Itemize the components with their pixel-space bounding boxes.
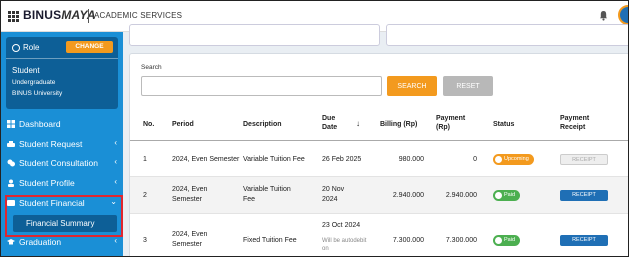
sidebar-item-financial-summary[interactable]: Financial Summary (13, 215, 117, 232)
sidebar-item-label: Student Profile (19, 178, 75, 188)
logo-divider (88, 9, 89, 23)
user-icon (8, 179, 14, 187)
cell-payment: 2.940.000 (445, 192, 477, 199)
sidebar-item-student-profile[interactable]: Student Profile ‹ (7, 174, 121, 192)
table-row: 3 2024, Even Semester Fixed Tuition Fee … (130, 214, 628, 256)
col-description: Description (243, 121, 282, 128)
bell-icon[interactable] (599, 10, 608, 21)
col-status: Status (493, 121, 515, 128)
dashboard-icon (7, 120, 15, 128)
cell-due-date: 20 Nov 2024 (322, 186, 345, 203)
col-payment: Payment (Rp) (436, 115, 466, 131)
cell-description: Variable Tuition Fee (243, 186, 291, 203)
status-badge: Upcoming (493, 154, 534, 165)
cell-period: 2024, Even Semester (172, 186, 208, 203)
top-card-right (386, 24, 628, 46)
sidebar-item-label: Student Consultation (19, 158, 98, 168)
clock-icon (495, 156, 502, 163)
reset-button[interactable]: RESET (443, 76, 493, 96)
sidebar-item-label: Dashboard (19, 119, 61, 129)
check-icon (495, 237, 502, 244)
table-header: No. Period Description Due Date ↓ Billin… (130, 107, 628, 141)
financial-summary-card: Search SEARCH RESET No. Period Descripti… (129, 53, 628, 256)
cell-period: 2024, Even Semester (172, 231, 208, 248)
sort-arrow-icon[interactable]: ↓ (356, 119, 360, 128)
role-divider (6, 58, 118, 59)
chat-icon (7, 159, 15, 167)
cell-description: Fixed Tuition Fee (243, 237, 297, 244)
status-badge: Paid (493, 190, 521, 201)
cell-payment: 7.300.000 (445, 237, 477, 244)
table-row: 1 2024, Even Semester Variable Tuition F… (130, 142, 628, 177)
apps-grid-icon[interactable] (8, 11, 19, 22)
status-text: Paid (504, 192, 516, 198)
cell-billing: 7.300.000 (392, 237, 424, 244)
chevron-left-icon: ‹ (114, 177, 117, 186)
user-role: Student (12, 66, 40, 75)
sidebar-item-graduation[interactable]: Graduation ‹ (7, 233, 121, 251)
receipt-button[interactable]: RECEIPT (560, 235, 608, 246)
app-title: ACADEMIC SERVICES (94, 11, 183, 20)
cell-no: 2 (143, 192, 147, 199)
cell-no: 1 (143, 156, 147, 163)
cell-description: Variable Tuition Fee (243, 156, 305, 163)
status-text: Paid (504, 237, 516, 243)
user-level: Undergraduate (12, 79, 56, 86)
hand-icon (7, 141, 15, 147)
sidebar: Role CHANGE Student Undergraduate BINUS … (1, 32, 123, 256)
status-badge: Paid (493, 235, 521, 246)
role-header: Role (12, 43, 39, 52)
table-row: 2 2024, Even Semester Variable Tuition F… (130, 177, 628, 214)
change-role-button[interactable]: CHANGE (66, 41, 113, 53)
search-button[interactable]: SEARCH (387, 76, 437, 96)
avatar[interactable] (618, 5, 628, 25)
cell-billing: 980.000 (398, 156, 424, 163)
role-icon (12, 43, 20, 52)
cell-payment: 0 (473, 156, 477, 163)
chevron-left-icon: ‹ (114, 236, 117, 245)
top-card-left (129, 24, 380, 46)
receipt-button[interactable]: RECEIPT (560, 154, 608, 165)
sidebar-item-dashboard[interactable]: Dashboard (7, 115, 121, 133)
sidebar-item-student-request[interactable]: Student Request ‹ (7, 135, 121, 153)
role-label: Role (23, 43, 40, 52)
sidebar-item-label: Student Request (19, 139, 83, 149)
col-period: Period (172, 121, 194, 128)
sidebar-item-label: Graduation (19, 237, 62, 247)
check-icon (495, 192, 502, 199)
user-org: BINUS University (12, 90, 63, 97)
graduation-cap-icon (7, 239, 15, 245)
cell-due-note: Will be autodebit on (322, 238, 367, 252)
col-billing: Billing (Rp) (380, 121, 418, 128)
col-due-date[interactable]: Due Date (322, 114, 348, 132)
search-label: Search (141, 64, 162, 71)
cell-due-date: 23 Oct 2024 (322, 222, 361, 229)
col-payment-receipt: Payment Receipt (560, 115, 590, 131)
chevron-left-icon: ‹ (114, 157, 117, 166)
main-content: Search SEARCH RESET No. Period Descripti… (123, 24, 628, 256)
cell-billing: 2.940.000 (392, 192, 424, 199)
cell-period: 2024, Even Semester (172, 156, 240, 163)
cell-no: 3 (143, 237, 147, 244)
app-window: BINUSMAYA ACADEMIC SERVICES Role CHANGE … (0, 0, 629, 257)
sidebar-item-student-consultation[interactable]: Student Consultation ‹ (7, 154, 121, 172)
cell-due-date: 26 Feb 2025 (322, 156, 362, 163)
role-card: Role CHANGE Student Undergraduate BINUS … (6, 37, 118, 109)
logo-accent: MAYA (61, 8, 96, 22)
receipt-button[interactable]: RECEIPT (560, 190, 608, 201)
search-input[interactable] (141, 76, 382, 96)
logo-main: BINUS (23, 8, 62, 22)
col-no: No. (143, 121, 155, 128)
status-text: Upcoming (504, 156, 529, 162)
chevron-left-icon: ‹ (114, 138, 117, 147)
logo[interactable]: BINUSMAYA (23, 8, 96, 22)
